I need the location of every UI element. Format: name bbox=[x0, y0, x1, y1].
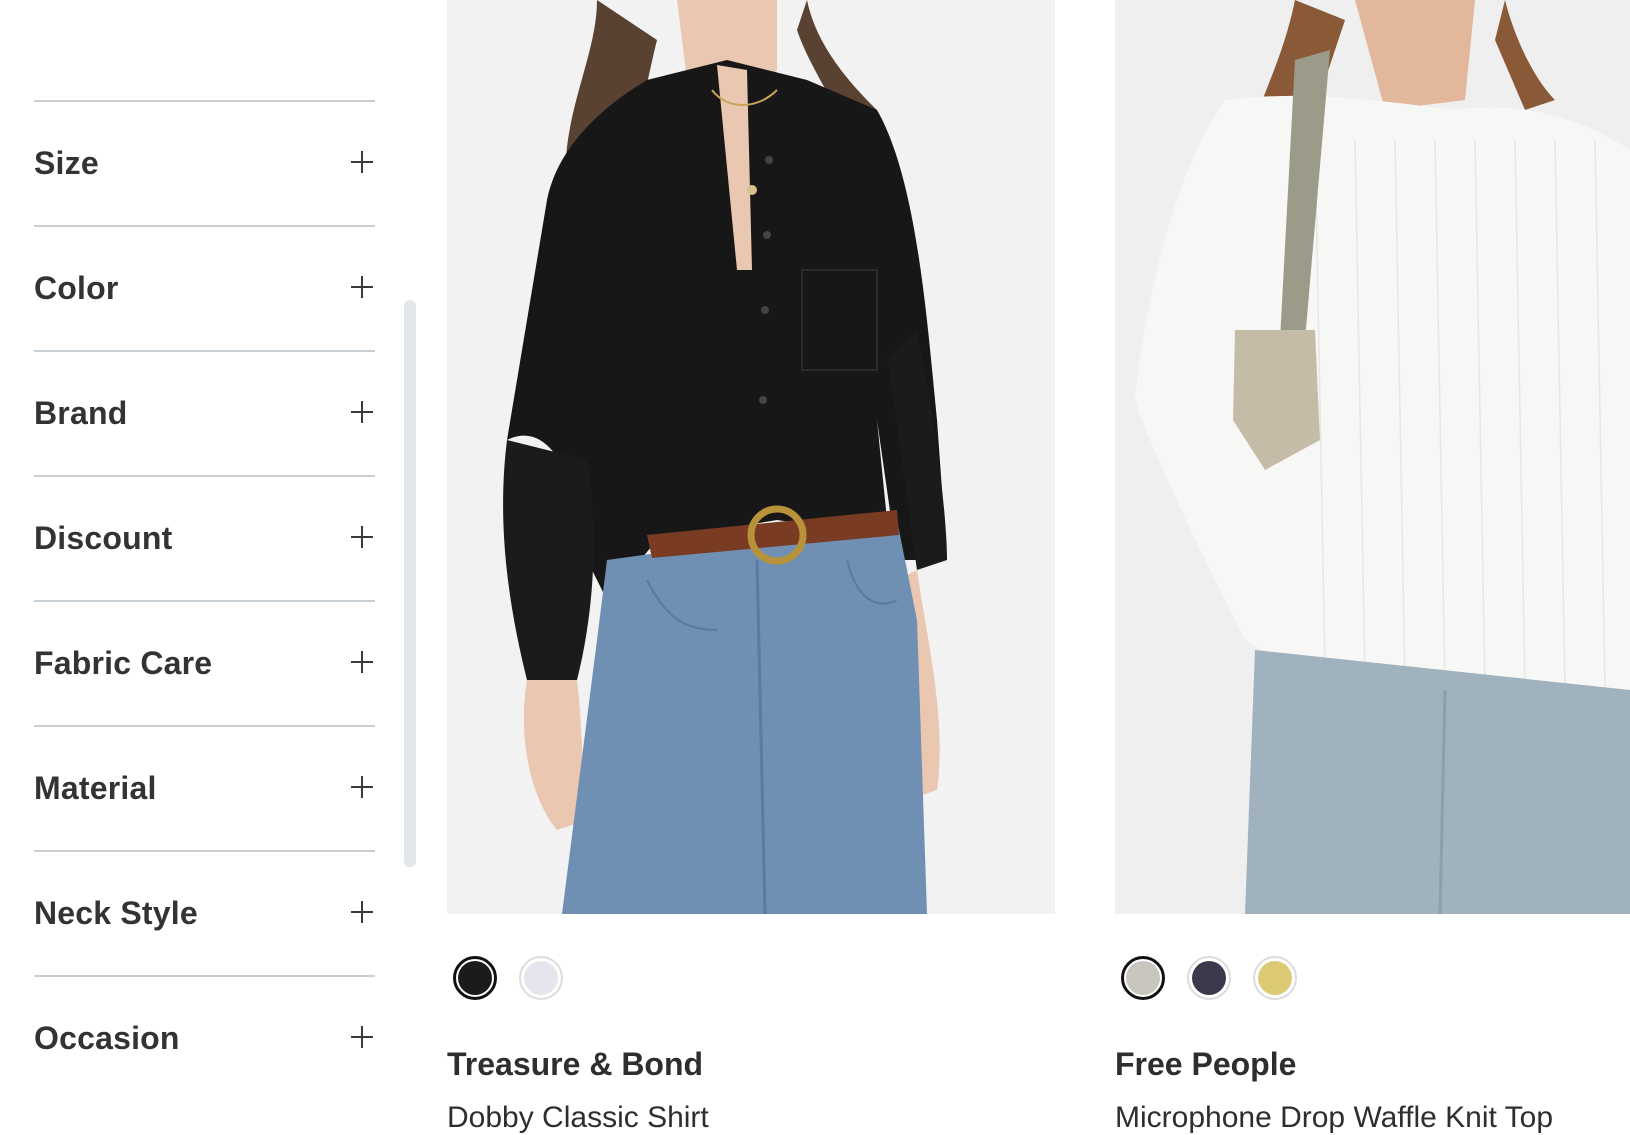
product-card[interactable]: Free People Microphone Drop Waffle Knit … bbox=[1115, 0, 1630, 1135]
product-brand[interactable]: Free People bbox=[1115, 1046, 1630, 1083]
plus-icon[interactable] bbox=[351, 900, 373, 923]
filter-label: Neck Style bbox=[34, 895, 198, 931]
filter-label: Size bbox=[34, 145, 99, 181]
model-black-shirt-illustration bbox=[503, 0, 947, 914]
filter-label: Fabric Care bbox=[34, 645, 213, 681]
color-swatches bbox=[1115, 956, 1630, 1006]
plus-icon[interactable] bbox=[351, 150, 373, 173]
filter-label: Discount bbox=[34, 520, 173, 556]
filter-label: Occasion bbox=[34, 1020, 180, 1056]
filter-neck-style[interactable]: Neck Style bbox=[34, 850, 375, 975]
filter-discount[interactable]: Discount bbox=[34, 475, 375, 600]
filter-brand[interactable]: Brand bbox=[34, 350, 375, 475]
plus-icon[interactable] bbox=[351, 650, 373, 673]
product-card[interactable]: Treasure & Bond Dobby Classic Shirt bbox=[447, 0, 1055, 1135]
color-swatch[interactable] bbox=[519, 956, 563, 1000]
model-white-top-illustration bbox=[1135, 0, 1630, 914]
product-name[interactable]: Microphone Drop Waffle Knit Top bbox=[1115, 1101, 1630, 1135]
filter-fabric-care[interactable]: Fabric Care bbox=[34, 600, 375, 725]
filter-material[interactable]: Material bbox=[34, 725, 375, 850]
sidebar-scrollbar[interactable] bbox=[404, 300, 416, 867]
plus-icon[interactable] bbox=[351, 525, 373, 548]
product-brand[interactable]: Treasure & Bond bbox=[447, 1046, 1055, 1083]
color-swatch[interactable] bbox=[1121, 956, 1165, 1000]
product-image[interactable] bbox=[447, 0, 1055, 914]
filter-list: Size Color Brand Discount Fabric Care Ma… bbox=[34, 100, 375, 1100]
plus-icon[interactable] bbox=[351, 275, 373, 298]
plus-icon[interactable] bbox=[351, 400, 373, 423]
swatch-color bbox=[1126, 961, 1160, 995]
color-swatches bbox=[447, 956, 1055, 1006]
swatch-color bbox=[1192, 961, 1226, 995]
color-swatch[interactable] bbox=[453, 956, 497, 1000]
color-swatch[interactable] bbox=[1253, 956, 1297, 1000]
filter-label: Color bbox=[34, 270, 119, 306]
filter-sidebar: Size Color Brand Discount Fabric Care Ma… bbox=[0, 0, 420, 1118]
filter-label: Material bbox=[34, 770, 157, 806]
product-image[interactable] bbox=[1115, 0, 1630, 914]
swatch-color bbox=[458, 961, 492, 995]
product-name[interactable]: Dobby Classic Shirt bbox=[447, 1101, 1055, 1135]
filter-size[interactable]: Size bbox=[34, 100, 375, 225]
plus-icon[interactable] bbox=[351, 775, 373, 798]
plus-icon[interactable] bbox=[351, 1025, 373, 1048]
filter-label: Brand bbox=[34, 395, 128, 431]
color-swatch[interactable] bbox=[1187, 956, 1231, 1000]
filter-occasion[interactable]: Occasion bbox=[34, 975, 375, 1100]
swatch-color bbox=[1258, 961, 1292, 995]
swatch-color bbox=[524, 961, 558, 995]
filter-color[interactable]: Color bbox=[34, 225, 375, 350]
